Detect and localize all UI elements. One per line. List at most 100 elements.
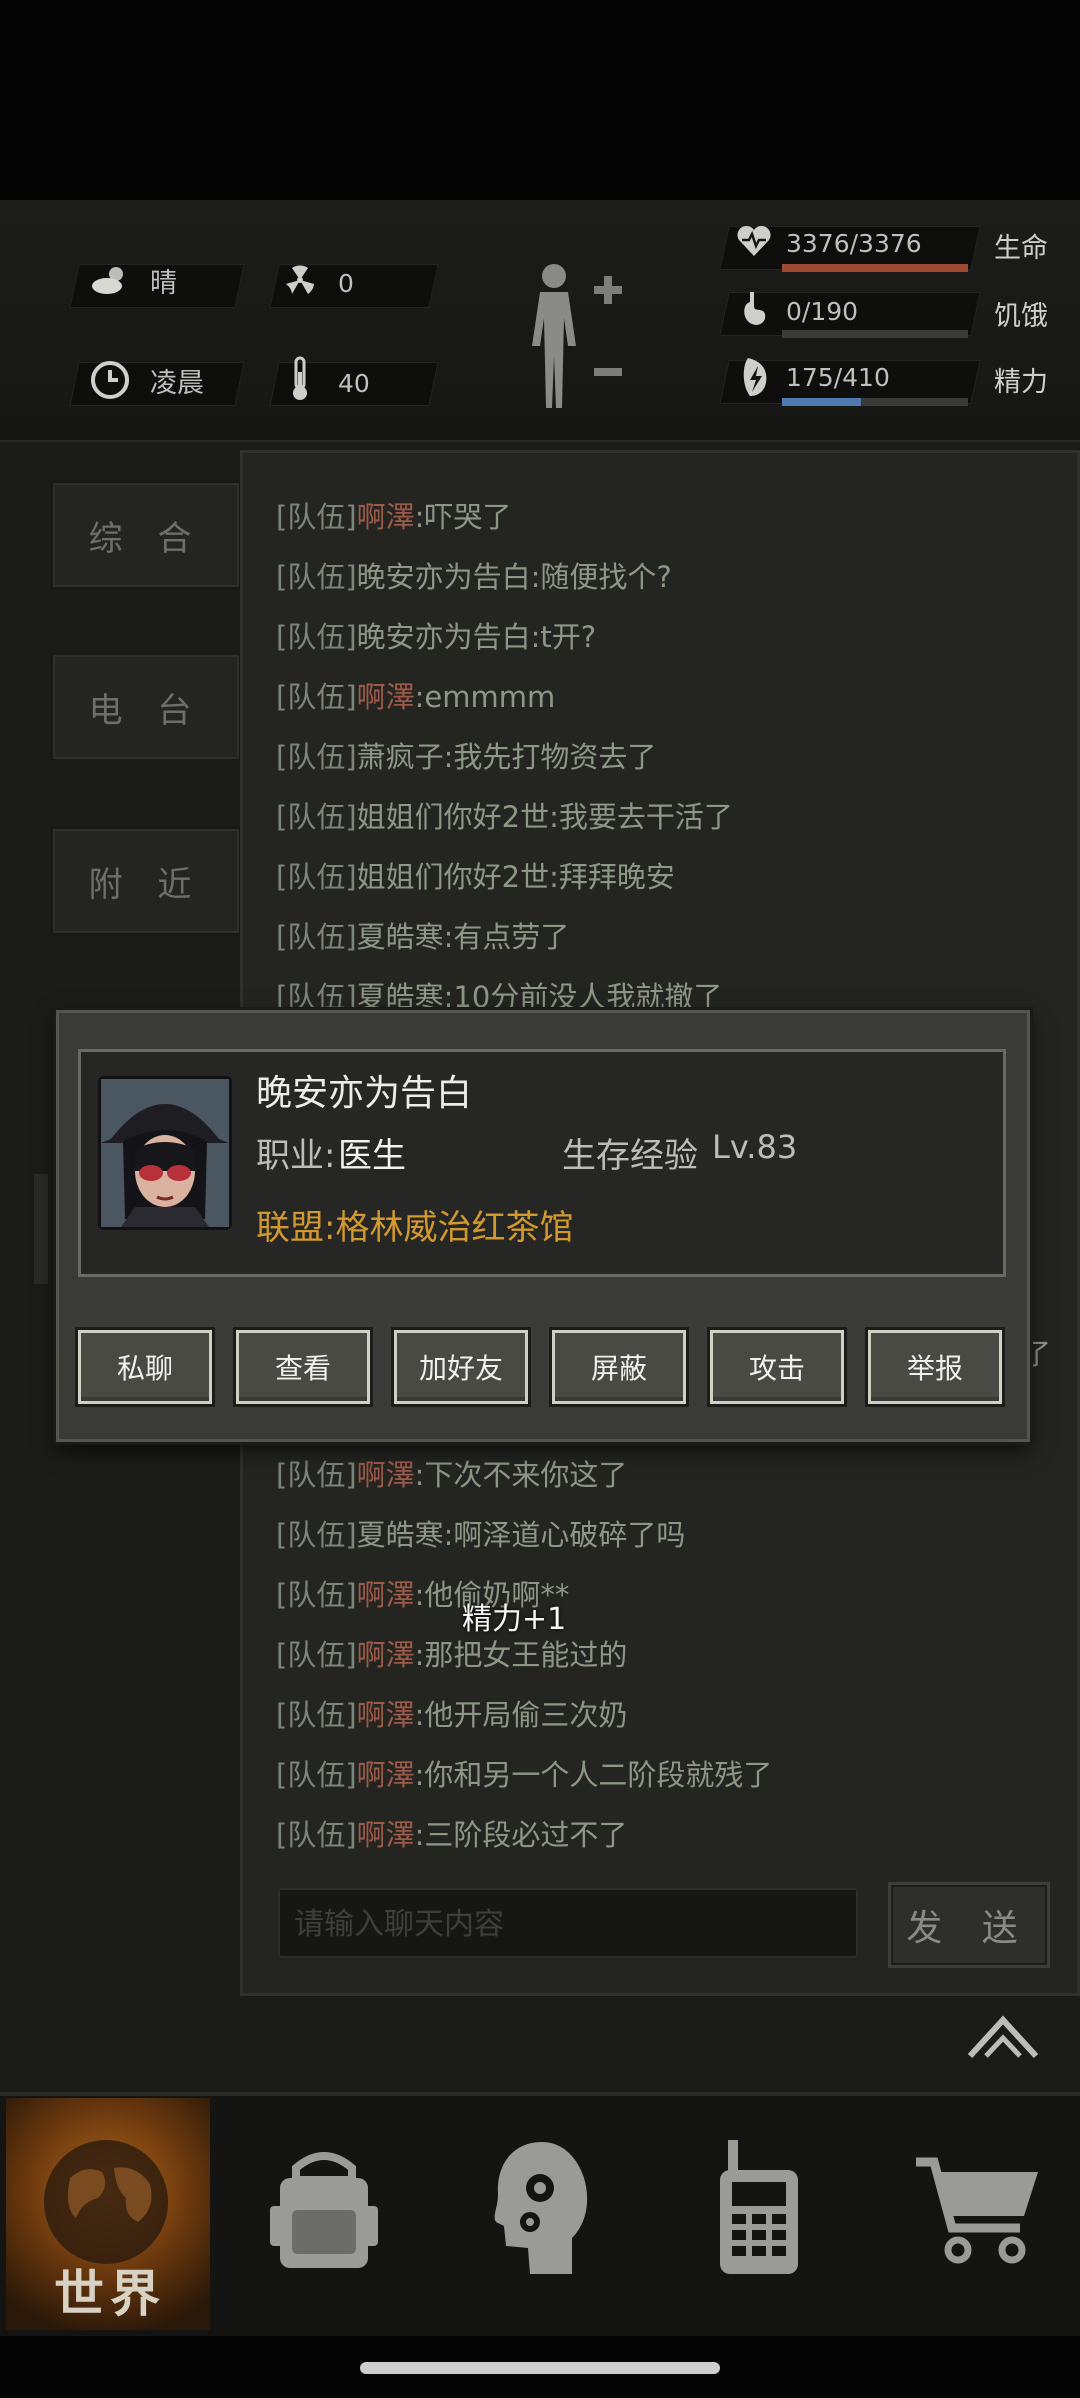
chat-message[interactable]: [队伍]啊澤:emmmm — [276, 677, 555, 717]
hunger-bar — [782, 330, 968, 338]
cloud-sun-icon — [90, 262, 130, 309]
heart-pulse-icon — [736, 224, 772, 269]
survival-exp-value: Lv.83 — [712, 1128, 798, 1166]
chat-channel-tag: [队伍] — [276, 1638, 357, 1672]
chat-message[interactable]: [队伍]夏皓寒:有点劳了 — [276, 917, 569, 957]
hp-value: 3376/3376 — [786, 229, 922, 258]
chat-sender-name[interactable]: 夏皓寒 — [357, 980, 444, 1014]
chat-message[interactable]: [队伍]姐姐们你好2世:拜拜晚安 — [276, 857, 675, 897]
chat-channel-tag: [队伍] — [276, 1758, 357, 1792]
chat-channel-tag: [队伍] — [276, 680, 357, 714]
chat-message-text: :下次不来你这了 — [414, 1458, 628, 1492]
energy-value: 175/410 — [786, 363, 890, 392]
job-label: 职业: — [256, 1136, 336, 1176]
collapse-up-icon[interactable] — [966, 2012, 1040, 2062]
chat-input[interactable]: 请输入聊天内容 — [278, 1888, 858, 1958]
chat-message[interactable]: [队伍]晚安亦为告白:随便找个? — [276, 557, 672, 597]
chat-sender-name[interactable]: 夏皓寒 — [357, 920, 444, 954]
chat-sender-name[interactable]: 啊澤 — [357, 1818, 415, 1852]
chat-sender-name[interactable]: 啊澤 — [357, 1758, 415, 1792]
chat-message-text: :你和另一个人二阶段就残了 — [414, 1758, 773, 1792]
send-button[interactable]: 发 送 — [888, 1882, 1050, 1968]
chat-sender-name[interactable]: 姐姐们你好2世 — [357, 800, 549, 834]
chat-channel-tag: [队伍] — [276, 500, 357, 534]
stomach-icon — [740, 290, 770, 341]
chat-message-text: :我先打物资去了 — [443, 740, 657, 774]
energy-bar-fill — [782, 398, 862, 406]
player-name: 晚安亦为告白 — [256, 1073, 473, 1114]
survival-exp-label: 生存经验 — [562, 1136, 698, 1176]
energy-gain-toast: 精力+1 — [462, 1602, 567, 1637]
thermometer-icon — [290, 356, 310, 413]
backpack-icon[interactable] — [266, 2148, 382, 2276]
chat-channel-tag: [队伍] — [276, 800, 357, 834]
energy-bar — [782, 398, 968, 406]
hp-bar — [782, 264, 968, 272]
attack-button[interactable]: 攻击 — [710, 1330, 844, 1404]
side-tab-edge — [34, 1174, 48, 1284]
chat-message-text: :有点劳了 — [443, 920, 570, 954]
chat-message[interactable]: [队伍]啊澤:那把女王能过的 — [276, 1635, 627, 1675]
chat-message-text: :我要去干活了 — [549, 800, 733, 834]
private-chat-button[interactable]: 私聊 — [78, 1330, 212, 1404]
energy-label: 精力 — [994, 367, 1048, 398]
chat-message-text: :emmmm — [414, 680, 556, 714]
chat-sender-name[interactable]: 啊澤 — [357, 1458, 415, 1492]
radiation-value: 0 — [338, 269, 354, 298]
chat-sender-name[interactable]: 啊澤 — [357, 500, 415, 534]
chat-message[interactable]: [队伍]夏皓寒:啊泽道心破碎了吗 — [276, 1515, 685, 1555]
chat-sender-name[interactable]: 萧疯子 — [357, 740, 444, 774]
chat-sender-name[interactable]: 晚安亦为告白 — [357, 560, 531, 594]
chat-channel-tag: [队伍] — [276, 1518, 357, 1552]
skills-head-icon[interactable] — [492, 2138, 592, 2282]
chat-message-text: :吓哭了 — [414, 500, 512, 534]
chat-channel-tag: [队伍] — [276, 1578, 357, 1612]
chat-message[interactable]: [队伍]啊澤:下次不来你这了 — [276, 1455, 627, 1495]
hp-bar-fill — [782, 264, 968, 272]
chat-sender-name[interactable]: 姐姐们你好2世 — [357, 860, 549, 894]
report-button[interactable]: 举报 — [868, 1330, 1002, 1404]
character-equip-button[interactable] — [520, 258, 630, 418]
tab-radio[interactable]: 电 台 — [50, 652, 242, 762]
shop-cart-icon[interactable] — [912, 2152, 1042, 2272]
energy-bolt-icon — [740, 356, 770, 411]
weather-value: 晴 — [150, 268, 177, 299]
chat-sender-name[interactable]: 啊澤 — [357, 1638, 415, 1672]
hp-label: 生命 — [994, 233, 1048, 264]
view-button[interactable]: 查看 — [236, 1330, 370, 1404]
radio-phone-icon[interactable] — [714, 2136, 804, 2280]
chat-channel-tag: [队伍] — [276, 740, 357, 774]
home-indicator[interactable] — [360, 2362, 720, 2374]
chat-message[interactable]: [队伍]晚安亦为告白:t开? — [276, 617, 596, 657]
add-friend-button[interactable]: 加好友 — [394, 1330, 528, 1404]
chat-message-text: :那把女王能过的 — [414, 1638, 628, 1672]
tab-general[interactable]: 综 合 — [50, 480, 242, 590]
chat-channel-tag: [队伍] — [276, 1698, 357, 1732]
chat-message-text: :t开? — [530, 620, 597, 654]
chat-message[interactable]: [队伍]萧疯子:我先打物资去了 — [276, 737, 656, 777]
hunger-value: 0/190 — [786, 297, 859, 326]
chat-channel-tag: [队伍] — [276, 980, 357, 1014]
chat-message[interactable]: [队伍]啊澤:三阶段必过不了 — [276, 1815, 627, 1855]
alliance-label: 联盟:格林威治红茶馆 — [256, 1208, 574, 1248]
chat-sender-name[interactable]: 夏皓寒 — [357, 1518, 444, 1552]
tab-nearby[interactable]: 附 近 — [50, 826, 242, 936]
chat-channel-tag: [队伍] — [276, 620, 357, 654]
chat-channel-tag: [队伍] — [276, 920, 357, 954]
hunger-label: 饥饿 — [994, 301, 1048, 332]
block-button[interactable]: 屏蔽 — [552, 1330, 686, 1404]
chat-message[interactable]: [队伍]姐姐们你好2世:我要去干活了 — [276, 797, 733, 837]
chat-sender-name[interactable]: 晚安亦为告白 — [357, 620, 531, 654]
temperature-value: 40 — [338, 369, 370, 398]
clock-icon — [90, 360, 130, 411]
chat-sender-name[interactable]: 啊澤 — [357, 680, 415, 714]
chat-message-text: :啊泽道心破碎了吗 — [443, 1518, 686, 1552]
chat-message[interactable]: [队伍]啊澤:他开局偷三次奶 — [276, 1695, 627, 1735]
chat-message[interactable]: [队伍]啊澤:你和另一个人二阶段就残了 — [276, 1755, 772, 1795]
chat-sender-name[interactable]: 啊澤 — [357, 1578, 415, 1612]
player-avatar — [98, 1076, 232, 1230]
job-value: 医生 — [338, 1136, 406, 1176]
chat-message[interactable]: [队伍]啊澤:吓哭了 — [276, 497, 511, 537]
chat-sender-name[interactable]: 啊澤 — [357, 1698, 415, 1732]
chat-channel-tag: [队伍] — [276, 860, 357, 894]
